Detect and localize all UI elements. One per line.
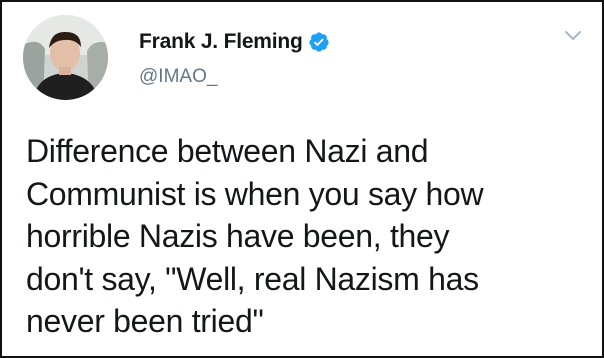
profile-photo-icon xyxy=(23,15,108,100)
chevron-down-icon[interactable] xyxy=(564,29,582,41)
verified-badge-icon xyxy=(308,31,330,53)
author-name-row[interactable]: Frank J. Fleming xyxy=(139,29,330,55)
tweet-card: Frank J. Fleming @IMAO_ Difference betwe… xyxy=(0,0,604,358)
avatar[interactable] xyxy=(23,15,108,100)
tweet-text: Difference between Nazi and Communist is… xyxy=(26,133,484,339)
author-display-name[interactable]: Frank J. Fleming xyxy=(139,30,303,54)
author-handle[interactable]: @IMAO_ xyxy=(139,66,217,88)
